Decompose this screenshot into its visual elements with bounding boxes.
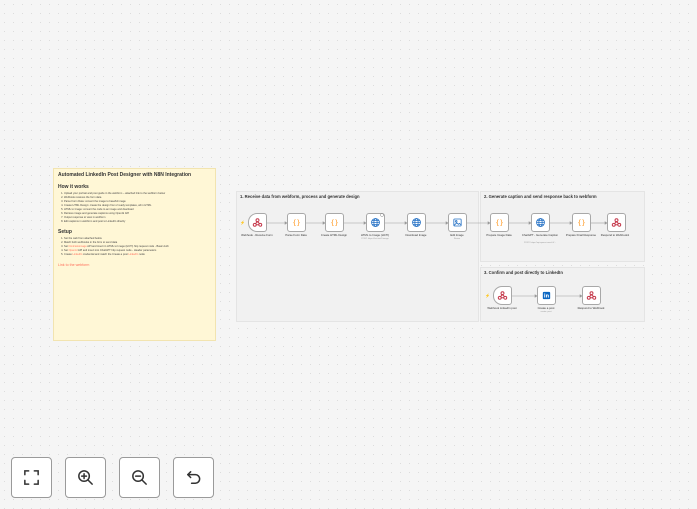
webhook-icon <box>497 291 508 300</box>
node-subtitle: POST: https://hcti.io/v1/image <box>361 238 389 240</box>
node-subtitle: create: post <box>540 311 552 313</box>
code-icon: {} <box>577 219 585 227</box>
node-parse-form-data[interactable]: {} <box>287 213 306 232</box>
trigger-bolt-icon: ⚡ <box>240 220 245 225</box>
node-label: Create HTML Design <box>320 233 348 237</box>
globe-icon <box>536 218 545 227</box>
node-create-a-post[interactable]: in <box>537 286 556 305</box>
node-label: Prepare Image Data <box>486 233 512 237</box>
node-prepare-final-response[interactable]: {} <box>572 213 591 232</box>
node-label: Create a post <box>537 306 555 310</box>
globe-icon <box>371 218 380 227</box>
fit-view-icon <box>24 470 39 485</box>
node-prepare-image-data[interactable]: {} <box>490 213 509 232</box>
node-label: Webhook LinkedIn post <box>487 306 517 310</box>
undo-icon <box>187 471 201 484</box>
node-chatgpt-generate-caption[interactable] <box>531 213 550 232</box>
zoom-to-fit-button[interactable] <box>11 457 52 498</box>
node-create-html-design[interactable]: {} <box>325 213 344 232</box>
node-label: Edit Image <box>450 233 464 237</box>
svg-text:{}: {} <box>577 219 585 227</box>
node-label: Respond to Webhook1 <box>600 233 630 237</box>
node-subtitle: POST: https://api.openai.com/v1/... <box>524 242 556 244</box>
node-download-image[interactable] <box>407 213 426 232</box>
trigger-bolt-icon: ⚡ <box>485 293 490 298</box>
node-label: Webhook - Receive Form <box>241 233 273 237</box>
linkedin-icon: in <box>542 291 551 300</box>
node-status-icon <box>380 213 384 217</box>
node-label: Download Image <box>405 233 427 237</box>
node-respond-to-webhook1[interactable] <box>607 213 626 232</box>
svg-text:in: in <box>544 294 550 300</box>
code-icon: {} <box>292 219 300 227</box>
zoom-in-button[interactable] <box>65 457 106 498</box>
svg-text:{}: {} <box>292 219 300 227</box>
zoom-out-button[interactable] <box>119 457 160 498</box>
node-respond-to-webhook[interactable] <box>582 286 601 305</box>
code-icon: {} <box>495 219 503 227</box>
svg-text:{}: {} <box>495 219 503 227</box>
node-label: HTML to Image (HCTI) <box>360 233 390 237</box>
svg-text:{}: {} <box>330 219 338 227</box>
node-label: Respond to Webhook <box>577 306 605 310</box>
globe-icon <box>412 218 421 227</box>
connection-lines <box>267 221 608 298</box>
node-subtitle: Resize <box>453 238 461 240</box>
webhook-icon <box>252 218 263 227</box>
node-webhook-linkedin-post[interactable] <box>493 286 512 305</box>
node-label: ChatGPT - Generate Caption <box>521 233 559 237</box>
zoom-out-icon <box>132 470 147 485</box>
webhook-icon <box>586 291 597 300</box>
reset-zoom-button[interactable] <box>173 457 214 498</box>
image-icon <box>453 218 462 227</box>
node-webhook-receive-form[interactable] <box>248 213 267 232</box>
zoom-in-icon <box>78 470 93 485</box>
node-edit-image[interactable] <box>448 213 467 232</box>
code-icon: {} <box>330 219 338 227</box>
webhook-icon <box>611 218 622 227</box>
